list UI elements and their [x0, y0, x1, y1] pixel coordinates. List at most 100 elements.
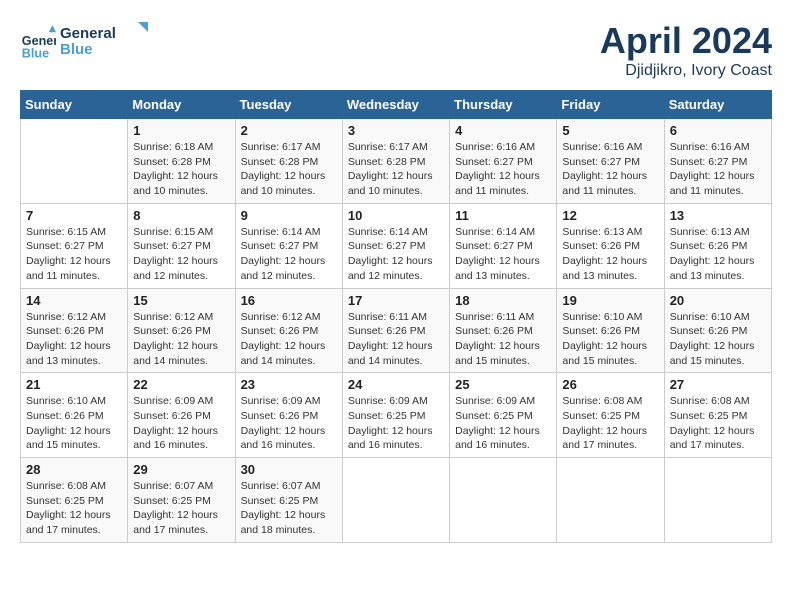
day-number: 23: [241, 377, 337, 392]
day-info: Sunrise: 6:09 AMSunset: 6:26 PMDaylight:…: [133, 394, 229, 453]
calendar-cell: 3 Sunrise: 6:17 AMSunset: 6:28 PMDaylight…: [342, 119, 449, 204]
day-number: 18: [455, 293, 551, 308]
day-number: 22: [133, 377, 229, 392]
day-info: Sunrise: 6:12 AMSunset: 6:26 PMDaylight:…: [133, 310, 229, 369]
calendar-cell: 26 Sunrise: 6:08 AMSunset: 6:25 PMDayligh…: [557, 373, 664, 458]
calendar-week-1: 7 Sunrise: 6:15 AMSunset: 6:27 PMDaylight…: [21, 203, 772, 288]
calendar-cell: 23 Sunrise: 6:09 AMSunset: 6:26 PMDayligh…: [235, 373, 342, 458]
day-info: Sunrise: 6:14 AMSunset: 6:27 PMDaylight:…: [455, 225, 551, 284]
day-info: Sunrise: 6:08 AMSunset: 6:25 PMDaylight:…: [562, 394, 658, 453]
calendar-cell: [664, 458, 771, 543]
svg-text:Blue: Blue: [22, 46, 49, 60]
day-header-tuesday: Tuesday: [235, 91, 342, 119]
calendar-cell: 13 Sunrise: 6:13 AMSunset: 6:26 PMDayligh…: [664, 203, 771, 288]
calendar-cell: 22 Sunrise: 6:09 AMSunset: 6:26 PMDayligh…: [128, 373, 235, 458]
day-header-monday: Monday: [128, 91, 235, 119]
calendar-week-3: 21 Sunrise: 6:10 AMSunset: 6:26 PMDayligh…: [21, 373, 772, 458]
day-number: 5: [562, 123, 658, 138]
day-info: Sunrise: 6:09 AMSunset: 6:25 PMDaylight:…: [348, 394, 444, 453]
day-number: 26: [562, 377, 658, 392]
day-info: Sunrise: 6:08 AMSunset: 6:25 PMDaylight:…: [26, 479, 122, 538]
day-info: Sunrise: 6:16 AMSunset: 6:27 PMDaylight:…: [562, 140, 658, 199]
calendar-cell: [450, 458, 557, 543]
logo: General Blue General Blue: [20, 20, 150, 65]
calendar-cell: 12 Sunrise: 6:13 AMSunset: 6:26 PMDayligh…: [557, 203, 664, 288]
day-info: Sunrise: 6:13 AMSunset: 6:26 PMDaylight:…: [562, 225, 658, 284]
calendar-cell: 25 Sunrise: 6:09 AMSunset: 6:25 PMDayligh…: [450, 373, 557, 458]
day-header-sunday: Sunday: [21, 91, 128, 119]
calendar-cell: 27 Sunrise: 6:08 AMSunset: 6:25 PMDayligh…: [664, 373, 771, 458]
day-info: Sunrise: 6:14 AMSunset: 6:27 PMDaylight:…: [348, 225, 444, 284]
day-number: 10: [348, 208, 444, 223]
calendar-cell: 30Sunrise: 6:07 AMSunset: 6:25 PMDayligh…: [235, 458, 342, 543]
day-info: Sunrise: 6:09 AMSunset: 6:25 PMDaylight:…: [455, 394, 551, 453]
day-number: 20: [670, 293, 766, 308]
day-number: 13: [670, 208, 766, 223]
calendar-cell: 2Sunrise: 6:17 AMSunset: 6:28 PMDaylight…: [235, 119, 342, 204]
calendar-cell: 21 Sunrise: 6:10 AMSunset: 6:26 PMDayligh…: [21, 373, 128, 458]
calendar-week-2: 14 Sunrise: 6:12 AMSunset: 6:26 PMDayligh…: [21, 288, 772, 373]
day-info: Sunrise: 6:17 AMSunset: 6:28 PMDaylight:…: [348, 140, 444, 199]
calendar-cell: 24 Sunrise: 6:09 AMSunset: 6:25 PMDayligh…: [342, 373, 449, 458]
calendar-cell: 4 Sunrise: 6:16 AMSunset: 6:27 PMDaylight…: [450, 119, 557, 204]
day-number: 25: [455, 377, 551, 392]
day-number: 3: [348, 123, 444, 138]
day-number: 1: [133, 123, 229, 138]
day-number: 27: [670, 377, 766, 392]
day-number: 11: [455, 208, 551, 223]
calendar-cell: 28 Sunrise: 6:08 AMSunset: 6:25 PMDayligh…: [21, 458, 128, 543]
svg-text:General: General: [60, 25, 116, 42]
day-info: Sunrise: 6:12 AMSunset: 6:26 PMDaylight:…: [241, 310, 337, 369]
calendar-week-4: 28 Sunrise: 6:08 AMSunset: 6:25 PMDayligh…: [21, 458, 772, 543]
calendar-cell: 14 Sunrise: 6:12 AMSunset: 6:26 PMDayligh…: [21, 288, 128, 373]
calendar-cell: 15Sunrise: 6:12 AMSunset: 6:26 PMDayligh…: [128, 288, 235, 373]
day-header-wednesday: Wednesday: [342, 91, 449, 119]
calendar-body: 1 Sunrise: 6:18 AMSunset: 6:28 PMDaylight…: [21, 119, 772, 543]
title-block: April 2024 Djidjikro, Ivory Coast: [600, 20, 772, 80]
day-info: Sunrise: 6:10 AMSunset: 6:26 PMDaylight:…: [562, 310, 658, 369]
day-header-thursday: Thursday: [450, 91, 557, 119]
day-info: Sunrise: 6:16 AMSunset: 6:27 PMDaylight:…: [670, 140, 766, 199]
day-number: 30: [241, 462, 337, 477]
calendar-cell: [342, 458, 449, 543]
day-info: Sunrise: 6:11 AMSunset: 6:26 PMDaylight:…: [348, 310, 444, 369]
calendar-cell: 20Sunrise: 6:10 AMSunset: 6:26 PMDayligh…: [664, 288, 771, 373]
day-info: Sunrise: 6:12 AMSunset: 6:26 PMDaylight:…: [26, 310, 122, 369]
day-number: 8: [133, 208, 229, 223]
day-info: Sunrise: 6:14 AMSunset: 6:27 PMDaylight:…: [241, 225, 337, 284]
day-info: Sunrise: 6:18 AMSunset: 6:28 PMDaylight:…: [133, 140, 229, 199]
calendar-cell: 18 Sunrise: 6:11 AMSunset: 6:26 PMDayligh…: [450, 288, 557, 373]
day-info: Sunrise: 6:15 AMSunset: 6:27 PMDaylight:…: [133, 225, 229, 284]
page-header: General Blue General Blue April 2024 Dji…: [20, 20, 772, 80]
day-number: 9: [241, 208, 337, 223]
calendar-cell: 10 Sunrise: 6:14 AMSunset: 6:27 PMDayligh…: [342, 203, 449, 288]
day-info: Sunrise: 6:15 AMSunset: 6:27 PMDaylight:…: [26, 225, 122, 284]
day-number: 29: [133, 462, 229, 477]
day-number: 14: [26, 293, 122, 308]
calendar-cell: [21, 119, 128, 204]
day-info: Sunrise: 6:16 AMSunset: 6:27 PMDaylight:…: [455, 140, 551, 199]
day-info: Sunrise: 6:11 AMSunset: 6:26 PMDaylight:…: [455, 310, 551, 369]
day-info: Sunrise: 6:13 AMSunset: 6:26 PMDaylight:…: [670, 225, 766, 284]
calendar-table: SundayMondayTuesdayWednesdayThursdayFrid…: [20, 90, 772, 543]
day-number: 21: [26, 377, 122, 392]
logo-icon: General Blue: [20, 25, 56, 61]
day-info: Sunrise: 6:10 AMSunset: 6:26 PMDaylight:…: [26, 394, 122, 453]
day-number: 17: [348, 293, 444, 308]
calendar-cell: 6Sunrise: 6:16 AMSunset: 6:27 PMDaylight…: [664, 119, 771, 204]
calendar-cell: [557, 458, 664, 543]
calendar-week-0: 1 Sunrise: 6:18 AMSunset: 6:28 PMDaylight…: [21, 119, 772, 204]
day-number: 7: [26, 208, 122, 223]
day-info: Sunrise: 6:07 AMSunset: 6:25 PMDaylight:…: [133, 479, 229, 538]
day-number: 4: [455, 123, 551, 138]
day-header-saturday: Saturday: [664, 91, 771, 119]
calendar-cell: 19Sunrise: 6:10 AMSunset: 6:26 PMDayligh…: [557, 288, 664, 373]
day-number: 24: [348, 377, 444, 392]
day-number: 28: [26, 462, 122, 477]
day-info: Sunrise: 6:09 AMSunset: 6:26 PMDaylight:…: [241, 394, 337, 453]
day-number: 12: [562, 208, 658, 223]
calendar-cell: 17 Sunrise: 6:11 AMSunset: 6:26 PMDayligh…: [342, 288, 449, 373]
calendar-cell: 7 Sunrise: 6:15 AMSunset: 6:27 PMDaylight…: [21, 203, 128, 288]
day-number: 16: [241, 293, 337, 308]
day-info: Sunrise: 6:08 AMSunset: 6:25 PMDaylight:…: [670, 394, 766, 453]
